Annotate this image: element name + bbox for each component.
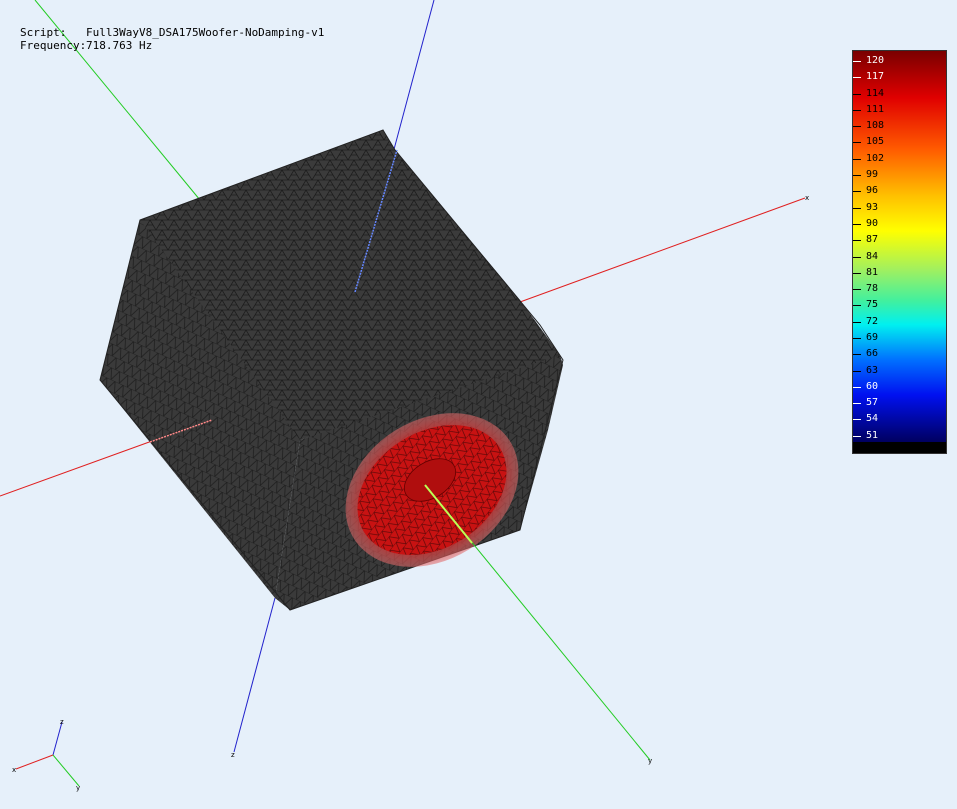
frequency-label: Frequency: — [20, 39, 87, 52]
color-scale-legend: 120 117 114 111 108 105 102 99 96 93 90 87 84 81 78 75 7… — [852, 50, 947, 454]
scale-tick: 57 — [853, 396, 946, 412]
triad-x-axis — [15, 754, 54, 770]
scale-tick: 117 — [853, 70, 946, 86]
scale-tick: 63 — [853, 364, 946, 380]
triad-y-label: y — [76, 784, 80, 792]
scale-tick: 81 — [853, 266, 946, 282]
scale-tick: 66 — [853, 347, 946, 363]
triad-z-axis — [52, 721, 63, 756]
scale-tick: 96 — [853, 184, 946, 200]
z-axis-end-label: z — [231, 751, 235, 759]
scale-tick: 108 — [853, 119, 946, 135]
scale-tick: 75 — [853, 298, 946, 314]
triad-y-axis — [52, 754, 80, 787]
color-scale-ticks: 120 117 114 111 108 105 102 99 96 93 90 87 84 81 78 75 7… — [853, 51, 946, 442]
scale-tick: 90 — [853, 217, 946, 233]
scale-tick: 120 — [853, 54, 946, 70]
scale-tick: 78 — [853, 282, 946, 298]
scale-tick: 102 — [853, 152, 946, 168]
scale-tick: 87 — [853, 233, 946, 249]
3d-viewport[interactable]: x y z z x y — [0, 0, 957, 809]
x-axis-line-right — [519, 197, 806, 303]
scale-tick: 105 — [853, 135, 946, 151]
scale-tick: 93 — [853, 201, 946, 217]
triad-z-label: z — [60, 718, 64, 726]
scale-tick: 72 — [853, 315, 946, 331]
triad-x-label: x — [12, 766, 16, 774]
scale-tick: 51 — [853, 429, 946, 445]
script-value: Full3WayV8_DSA175Woofer-NoDamping-v1 — [86, 26, 325, 39]
x-axis-end-label: x — [805, 194, 809, 202]
scale-tick: 114 — [853, 87, 946, 103]
scale-tick: 69 — [853, 331, 946, 347]
scale-tick: 54 — [853, 412, 946, 428]
frequency-value: 718.763 Hz — [86, 39, 153, 52]
orientation-triad: z x y — [12, 718, 80, 792]
y-axis-end-label: y — [648, 757, 652, 765]
script-label: Script: — [20, 26, 67, 39]
simulation-info: Script: Full3WayV8_DSA175Woofer-NoDamping… — [20, 26, 324, 52]
scale-tick: 84 — [853, 250, 946, 266]
z-axis-line-bottom — [233, 597, 276, 753]
frequency-row: Frequency:718.763 Hz — [20, 39, 324, 52]
scale-tick: 99 — [853, 168, 946, 184]
speaker-enclosure-mesh[interactable] — [99, 129, 564, 611]
scale-tick: 111 — [853, 103, 946, 119]
script-row: Script: Full3WayV8_DSA175Woofer-NoDamping… — [20, 26, 324, 39]
scale-tick: 60 — [853, 380, 946, 396]
